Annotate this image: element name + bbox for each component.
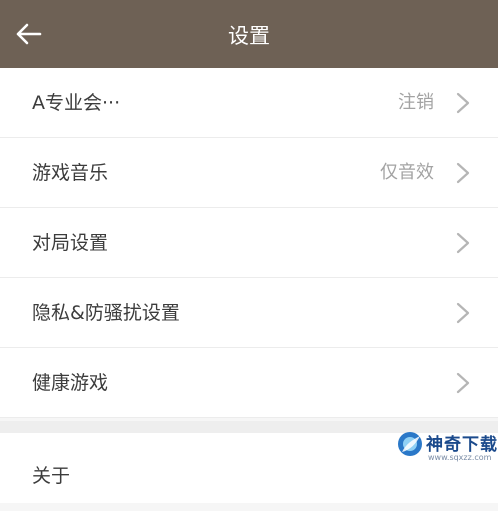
settings-item-match-settings[interactable]: 对局设置 [0, 208, 498, 278]
chevron-right-icon [456, 302, 470, 324]
settings-item-label: A专业会··· [32, 92, 121, 114]
app-header: 设置 [0, 0, 498, 68]
settings-item-privacy[interactable]: 隐私&防骚扰设置 [0, 278, 498, 348]
settings-item-healthy-gaming[interactable]: 健康游戏 [0, 348, 498, 418]
settings-item-game-music[interactable]: 游戏音乐 仅音效 [0, 138, 498, 208]
settings-item-label: 对局设置 [32, 232, 109, 254]
settings-item-value: 仅音效 [380, 162, 434, 183]
settings-item-label: 关于 [32, 465, 71, 487]
chevron-right-icon [456, 162, 470, 184]
chevron-right-icon [456, 92, 470, 114]
settings-item-account[interactable]: A专业会··· 注销 [0, 68, 498, 138]
page-title: 设置 [228, 24, 270, 48]
logout-link[interactable]: 注销 [398, 68, 434, 138]
watermark: 神奇下载 www.sqxzz.com [392, 426, 498, 470]
chevron-right-icon [456, 372, 470, 394]
watermark-url: www.sqxzz.com [428, 453, 492, 462]
watermark-name: 神奇下载 [426, 435, 498, 455]
settings-list: A专业会··· 注销 游戏音乐 仅音效 对局设置 隐私&防骚扰设置 健康游戏 [0, 68, 498, 418]
chevron-right-icon [456, 232, 470, 254]
settings-item-label: 游戏音乐 [32, 162, 109, 184]
watermark-logo-icon [398, 432, 422, 456]
settings-item-label: 隐私&防骚扰设置 [32, 302, 180, 324]
settings-item-label: 健康游戏 [32, 372, 109, 394]
